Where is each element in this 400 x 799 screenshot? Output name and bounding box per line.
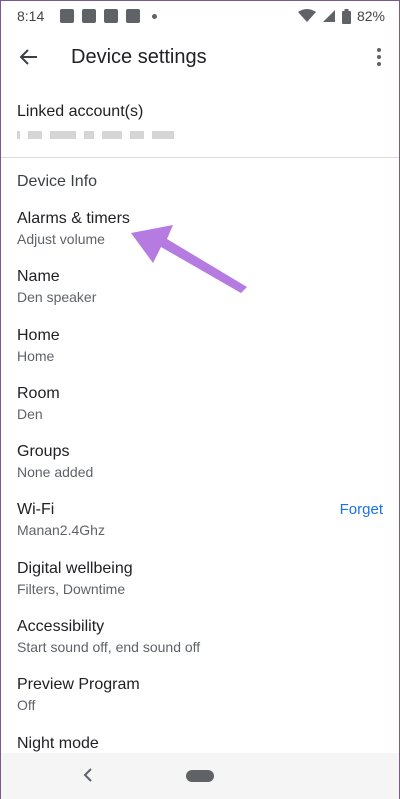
setting-sub: Adjust volume xyxy=(17,231,105,247)
status-bar: 8:14 82% xyxy=(1,1,399,31)
system-nav-bar xyxy=(1,753,399,799)
linked-account-title: Linked account(s) xyxy=(17,103,144,120)
setting-sub: Home xyxy=(17,347,55,364)
lr-app-icon xyxy=(126,9,141,23)
setting-label: Alarms & timers xyxy=(17,210,130,227)
setting-label: Digital wellbeing xyxy=(17,559,133,577)
signal-icon xyxy=(322,10,335,22)
wifi-icon xyxy=(297,9,316,22)
setting-sub: Filters, Downtime xyxy=(17,580,126,597)
setting-label: Name xyxy=(17,268,60,286)
back-arrow-icon xyxy=(20,49,37,65)
page-title: Device settings xyxy=(71,45,207,68)
setting-label: Night mode xyxy=(17,734,99,752)
more-options-button[interactable] xyxy=(359,31,399,83)
setting-wifi[interactable]: Wi-Fi Manan2.4Ghz Forget xyxy=(1,499,399,557)
setting-accessibility[interactable]: Accessibility Start sound off, end sound… xyxy=(1,616,399,674)
setting-room[interactable]: Room Den xyxy=(1,383,399,441)
setting-alarms-timers[interactable]: Alarms & timers Adjust volume xyxy=(1,208,399,266)
linked-account-item[interactable]: Linked account(s) xyxy=(1,93,399,155)
photo-app-icon xyxy=(104,9,119,23)
image-icon xyxy=(60,9,75,23)
setting-label: Groups xyxy=(17,443,70,461)
redacted-account-email xyxy=(17,131,399,139)
setting-sub: Den speaker xyxy=(17,289,97,306)
setting-sub: Off xyxy=(17,697,36,714)
setting-label: Room xyxy=(17,384,60,402)
nav-back-icon[interactable] xyxy=(79,765,99,785)
setting-digital-wellbeing[interactable]: Digital wellbeing Filters, Downtime xyxy=(1,558,399,616)
setting-sub: Manan2.4Ghz xyxy=(17,522,105,539)
battery-percent: 82% xyxy=(356,8,385,24)
setting-label: Accessibility xyxy=(17,618,105,636)
setting-groups[interactable]: Groups None added xyxy=(1,441,399,499)
status-time: 8:14 xyxy=(17,8,45,24)
notification-dot-icon xyxy=(152,13,158,19)
settings-list: Alarms & timers Adjust volume Name Den s… xyxy=(1,208,399,791)
setting-preview-program[interactable]: Preview Program Off xyxy=(1,674,399,732)
message-icon xyxy=(82,9,97,23)
setting-sub: None added xyxy=(17,464,94,481)
status-right: 82% xyxy=(297,8,385,24)
battery-icon xyxy=(341,8,351,24)
setting-name[interactable]: Name Den speaker xyxy=(1,266,399,324)
section-header: Device Info xyxy=(17,173,98,190)
setting-label: Home xyxy=(17,326,60,344)
setting-home[interactable]: Home Home xyxy=(1,325,399,383)
forget-wifi-button[interactable]: Forget xyxy=(340,499,383,521)
setting-sub: Den xyxy=(17,405,43,422)
divider xyxy=(1,157,399,158)
setting-sub: Start sound off, end sound off xyxy=(17,639,201,656)
setting-label: Preview Program xyxy=(17,676,140,694)
nav-home-icon[interactable] xyxy=(186,770,214,782)
app-bar: Device settings xyxy=(1,31,399,83)
more-vert-icon xyxy=(377,48,381,66)
back-button[interactable] xyxy=(1,31,57,83)
